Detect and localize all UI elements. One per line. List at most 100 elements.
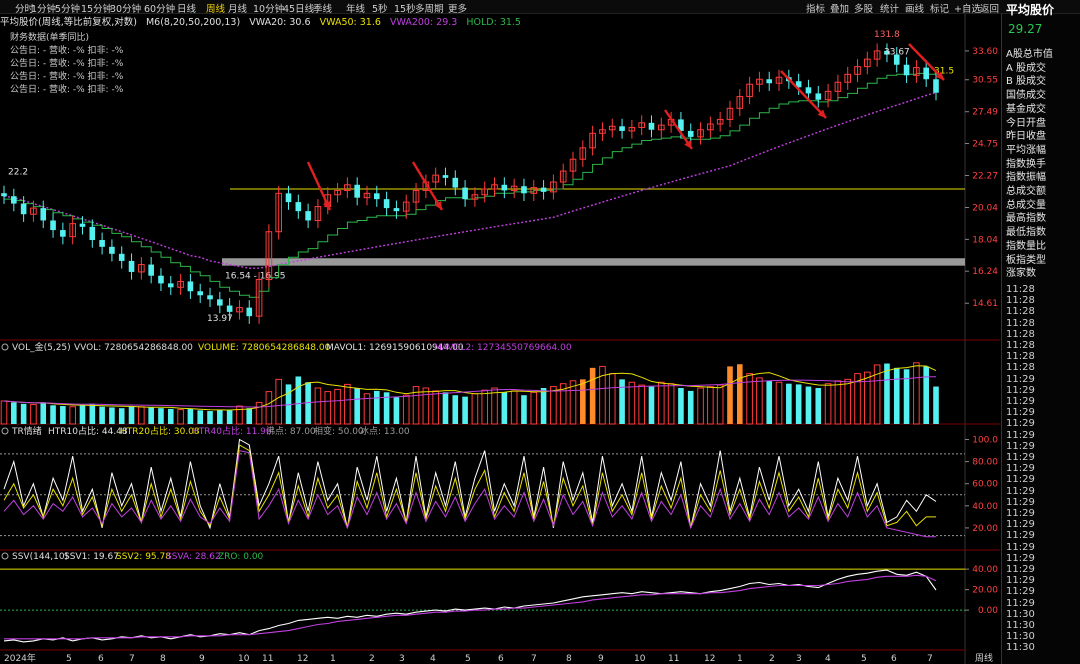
volume-legend: VOL_金(5,25) [12, 341, 71, 353]
period-tab-9[interactable]: 10分钟 [253, 1, 284, 15]
volume-bar [834, 380, 842, 425]
panel-time: 11:28 [1006, 295, 1035, 307]
volume-bar [177, 409, 184, 425]
period-tab-2[interactable]: 5分钟 [55, 1, 80, 15]
x-tick-label: 10 [238, 654, 250, 664]
candle-body-down [933, 79, 939, 93]
x-tick-label: 8 [566, 654, 572, 664]
candle-body-down [354, 184, 360, 198]
volume-bar [521, 395, 527, 424]
volume-bar [275, 378, 282, 425]
candle-body-down [452, 177, 459, 188]
period-tab-3[interactable]: 15分钟 [81, 1, 112, 15]
toolbar-action-0[interactable]: 指标 [806, 1, 825, 15]
volume-bar [510, 390, 518, 425]
toolbar-action-5[interactable]: 标记 [930, 1, 949, 15]
quote-side-panel: 平均股价 29.27 A股总市值 A 股成交 B 股成交 国债成交 基金成交 今日开盘 昨日… [1001, 3, 1080, 664]
x-tick-label: 8 [160, 654, 166, 664]
volume-bar [687, 390, 694, 424]
x-tick-label: 1 [737, 654, 743, 664]
volume-bar [0, 400, 8, 425]
toolbar-action-7[interactable]: 返回 [980, 1, 999, 15]
panel-item[interactable]: 涨家数 [1006, 264, 1036, 279]
period-tab-7[interactable]: 周线 [206, 1, 225, 15]
panel-time: 11:29 [1006, 485, 1035, 497]
period-tab-13[interactable]: 5秒 [372, 1, 388, 15]
period-tab-1[interactable]: 1分钟 [31, 1, 56, 15]
volume-bar [30, 404, 37, 425]
toolbar-action-6[interactable]: +自选 [954, 1, 981, 15]
ssv-tick-label: 0.00 [978, 606, 998, 616]
x-tick-label: 3 [796, 654, 802, 664]
period-tab-16[interactable]: 更多 [448, 1, 467, 15]
period-tab-15[interactable]: 多周期 [415, 1, 444, 15]
price-tick-label: 22.27 [972, 172, 998, 182]
volume-bar [207, 411, 213, 424]
candle-body-down [79, 223, 86, 227]
candle-body-down [521, 186, 527, 194]
period-tab-5[interactable]: 60分钟 [144, 1, 175, 15]
volume-bar [324, 391, 332, 425]
candle-body-down [295, 202, 302, 212]
period-tab-10[interactable]: 45日线 [283, 1, 314, 15]
tr-tick-label: 40.00 [972, 502, 998, 512]
price-annotation-low: 13.97 [207, 314, 233, 324]
volume-bar [746, 373, 753, 425]
volume-bar [540, 388, 547, 424]
volume-bar [550, 386, 557, 425]
price-tick-label: 33.60 [972, 47, 998, 57]
x-tick-label: 1 [330, 654, 336, 664]
ssv-legend: ZRO: 0.00 [218, 552, 264, 562]
price-tick-label: 14.61 [972, 299, 998, 309]
volume-bar [393, 396, 400, 424]
x-tick-label: 7 [531, 654, 537, 664]
volume-bar [265, 391, 273, 425]
ssv-legend: SSV(144,10) [12, 552, 68, 562]
period-tab-14[interactable]: 15秒 [394, 1, 416, 15]
volume-settings-icon [1, 343, 9, 351]
volume-bar [167, 408, 174, 424]
support-band [222, 258, 965, 266]
volume-bar [20, 403, 27, 424]
panel-time: 11:29 [1006, 407, 1035, 419]
volume-bar [864, 371, 871, 425]
tr-legend: 沸点: 87.00 [266, 425, 316, 437]
panel-time: 11:29 [1006, 508, 1035, 519]
support-band-label: 16.54 - 16.95 [225, 272, 286, 282]
volume-bar [452, 395, 459, 424]
volume-bar [462, 396, 468, 424]
candle-body-down [903, 64, 910, 76]
tr-tick-label: 60.00 [972, 480, 998, 490]
period-tab-12[interactable]: 年线 [346, 1, 365, 15]
volume-bar [481, 389, 489, 425]
tr-tick-label: 80.00 [972, 458, 998, 468]
volume-bar [580, 379, 586, 424]
period-tab-4[interactable]: 30分钟 [110, 1, 141, 15]
chart-canvas[interactable]: 33.6030.5527.4924.7522.2720.0418.0416.24… [0, 14, 1000, 664]
panel-time: 11:29 [1006, 384, 1035, 396]
panel-time: 11:30 [1006, 642, 1035, 654]
volume-legend: VOLUME: 7280654286848.00 [198, 343, 331, 353]
panel-time: 11:28 [1006, 362, 1035, 374]
candle-body-down [1, 193, 7, 197]
ssv-legend: SSV1: 19.67 [64, 552, 119, 562]
toolbar-action-2[interactable]: 多股 [854, 1, 873, 15]
toolbar-action-3[interactable]: 统计 [880, 1, 899, 15]
ssv-legend: SSVA: 28.62 [166, 552, 221, 562]
volume-bar [60, 406, 66, 424]
volume-bar [815, 388, 822, 424]
period-tab-6[interactable]: 日线 [177, 1, 196, 15]
volume-bar [236, 405, 243, 425]
volume-bar [79, 405, 86, 424]
period-tab-8[interactable]: 月线 [228, 1, 247, 15]
toolbar-action-1[interactable]: 叠加 [830, 1, 849, 15]
x-tick-label: 11 [262, 654, 273, 664]
candle-body-down [815, 93, 822, 100]
period-toolbar: 分时 1分钟 5分钟 15分钟 30分钟 60分钟 日线 周线 月线 10分钟 45日线 季线 年线 5秒… [0, 0, 1080, 15]
x-tick-label: 5 [465, 654, 471, 664]
period-tab-11[interactable]: 季线 [313, 1, 332, 15]
x-tick-label: 7 [129, 654, 135, 664]
toolbar-action-4[interactable]: 画线 [905, 1, 924, 15]
candle-body-down [187, 281, 194, 292]
volume-bar [756, 377, 763, 425]
